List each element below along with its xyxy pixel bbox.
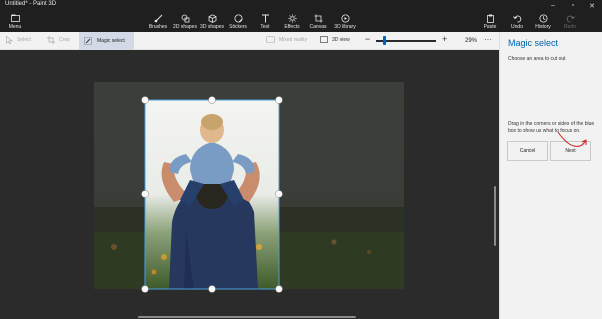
crop-icon xyxy=(47,36,55,44)
selection-handle-bottom[interactable] xyxy=(208,285,216,293)
stickers-button[interactable]: Stickers xyxy=(223,13,253,30)
selection-handle-left[interactable] xyxy=(141,190,149,198)
panel-title: Magic select xyxy=(508,38,559,48)
horizontal-scrollbar[interactable] xyxy=(138,316,356,318)
3d-view-button[interactable]: 3D view xyxy=(320,36,350,43)
app-title: Untitled* - Paint 3D xyxy=(5,1,57,7)
sticker-icon xyxy=(234,13,243,23)
menu-button[interactable]: Menu xyxy=(0,13,30,30)
more-options-icon[interactable]: ··· xyxy=(484,35,492,44)
2d-shapes-button[interactable]: 2D shapes xyxy=(170,13,200,30)
brush-icon xyxy=(154,13,163,23)
cursor-icon xyxy=(6,36,13,44)
redo-icon xyxy=(566,13,575,23)
panel-subtitle: Choose an area to cut out xyxy=(508,56,566,62)
undo-icon xyxy=(512,13,522,23)
canvas-workspace[interactable] xyxy=(0,50,499,319)
mixed-reality-icon xyxy=(266,36,275,43)
selection-handle-top-right[interactable] xyxy=(275,96,283,104)
crop-button[interactable]: Crop xyxy=(47,36,70,44)
selection-handle-bottom-left[interactable] xyxy=(141,285,149,293)
minimize-icon[interactable]: – xyxy=(546,0,560,11)
selection-box[interactable] xyxy=(144,99,280,290)
selection-handle-top[interactable] xyxy=(208,96,216,104)
folder-icon xyxy=(10,13,20,23)
canvas-icon xyxy=(314,13,323,23)
vertical-scrollbar[interactable] xyxy=(494,186,496,246)
restore-icon[interactable]: ▫ xyxy=(566,0,580,11)
title-bar: Untitled* - Paint 3D – ▫ ✕ xyxy=(0,0,602,11)
canvas-button[interactable]: Canvas xyxy=(303,13,333,30)
close-icon[interactable]: ✕ xyxy=(585,0,599,11)
zoom-slider-thumb[interactable] xyxy=(383,36,386,45)
paste-button[interactable]: Paste xyxy=(475,13,505,30)
library-icon xyxy=(341,13,350,23)
3d-view-icon xyxy=(320,36,328,43)
history-icon xyxy=(539,13,548,23)
3d-library-button[interactable]: 3D library xyxy=(330,13,360,30)
selection-handle-bottom-right[interactable] xyxy=(275,285,283,293)
2d-shapes-icon xyxy=(181,13,190,23)
tool-bar: Select Crop Magic select Mixed reality 3… xyxy=(0,32,499,50)
paste-icon xyxy=(486,13,495,23)
magic-select-icon xyxy=(84,37,92,45)
cancel-button[interactable]: Cancel xyxy=(507,141,548,161)
cube-icon xyxy=(208,13,217,23)
magic-select-button[interactable]: Magic select xyxy=(79,32,134,50)
ribbon: Menu Brushes 2D shapes 3D shapes Sticker… xyxy=(0,11,602,32)
zoom-percentage: 29% xyxy=(465,38,478,44)
effects-icon xyxy=(287,13,297,23)
text-icon xyxy=(261,13,270,23)
brushes-button[interactable]: Brushes xyxy=(143,13,173,30)
magic-select-panel: Magic select Choose an area to cut out D… xyxy=(499,32,602,319)
selection-handle-right[interactable] xyxy=(275,190,283,198)
text-button[interactable]: Text xyxy=(250,13,280,30)
zoom-in-button[interactable]: + xyxy=(442,35,447,44)
select-button[interactable]: Select xyxy=(6,36,31,44)
zoom-out-button[interactable]: − xyxy=(365,35,370,44)
mixed-reality-button[interactable]: Mixed reality xyxy=(266,36,307,43)
history-button[interactable]: History xyxy=(528,13,558,30)
redo-button[interactable]: Redo xyxy=(555,13,585,30)
annotation-arrow-icon xyxy=(557,131,587,147)
selection-handle-top-left[interactable] xyxy=(141,96,149,104)
selection-overlay xyxy=(141,96,283,293)
